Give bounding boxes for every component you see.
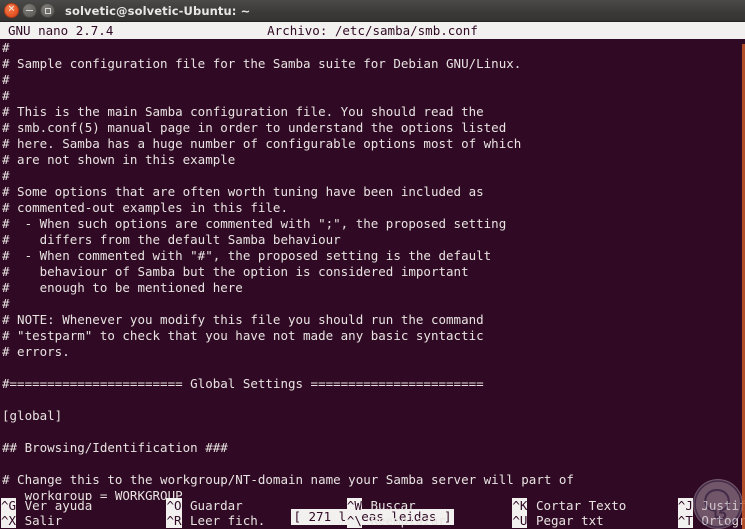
shortcut-key: ^\: [346, 513, 362, 528]
shortcut-cortar-texto[interactable]: ^K Cortar Texto: [512, 498, 626, 513]
text-line: # - When such options are commented with…: [2, 216, 507, 231]
shortcut-label: Salir: [17, 513, 63, 528]
text-line: #: [2, 40, 10, 55]
text-line: # here. Samba has a huge number of confi…: [2, 136, 522, 151]
shortcut-reemplazar[interactable]: ^\ Reemplazar: [346, 513, 446, 528]
text-line: #: [2, 168, 10, 183]
close-button[interactable]: ✕: [4, 3, 19, 18]
shortcut-guardar[interactable]: ^O Guardar: [166, 498, 243, 513]
text-line: #======================= Global Settings…: [2, 376, 484, 391]
text-line: [0, 424, 745, 440]
terminal-screen[interactable]: GNU nano 2.7.4 Archivo: /etc/samba/smb.c…: [0, 22, 745, 529]
text-line: [global]: [2, 408, 63, 423]
window-controls: ✕: [4, 3, 55, 18]
text-line: # behaviour of Samba but the option is c…: [2, 264, 469, 279]
shortcut-pegar-txt[interactable]: ^U Pegar txt: [512, 513, 604, 528]
text-line: # Change this to the workgroup/NT-domain…: [2, 472, 574, 487]
shortcut-row-2: ^X Salir ^R Leer fich. ^\ Reemplazar ^U Peg…: [0, 513, 745, 528]
shortcut-label: Cortar Texto: [528, 498, 627, 513]
text-line: #: [2, 88, 10, 103]
shortcut-buscar[interactable]: ^W Buscar: [346, 498, 416, 513]
shortcut-key: ^G: [1, 498, 17, 513]
shortcut-ortograf-a[interactable]: ^T Ortografía: [677, 513, 745, 528]
shortcut-key: ^K: [512, 498, 528, 513]
nano-header-bar: GNU nano 2.7.4 Archivo: /etc/samba/smb.c…: [0, 22, 745, 39]
nano-file-label: Archivo: /etc/samba/smb.conf: [267, 23, 478, 38]
text-line: #: [2, 296, 10, 311]
close-icon: ✕: [7, 4, 16, 15]
window-titlebar: ✕ solvetic@solvetic-Ubuntu: ~: [0, 0, 745, 22]
text-line: # smb.conf(5) manual page in order to un…: [2, 120, 507, 135]
text-line: # enough to be mentioned here: [2, 280, 243, 295]
shortcut-salir[interactable]: ^X Salir: [1, 513, 62, 528]
text-line: # Sample configuration file for the Samb…: [2, 56, 522, 71]
shortcut-ver-ayuda[interactable]: ^G Ver ayuda: [1, 498, 92, 513]
minimize-icon: [26, 10, 33, 11]
maximize-button[interactable]: [40, 3, 55, 18]
text-line: #: [2, 72, 10, 87]
text-line: [0, 392, 745, 408]
shortcut-label: Ortografía: [701, 513, 745, 528]
shortcut-key: ^O: [166, 498, 182, 513]
text-line: ## Browsing/Identification ###: [2, 440, 228, 455]
shortcut-key: ^R: [166, 513, 182, 528]
shortcut-row-1: ^G Ver ayuda ^O Guardar ^W Buscar ^K Cortar…: [0, 498, 745, 513]
shortcut-key: ^X: [1, 513, 17, 528]
nano-shortcut-bar: ^G Ver ayuda ^O Guardar ^W Buscar ^K Cortar…: [0, 498, 745, 529]
shortcut-label: Justificar: [701, 498, 745, 513]
text-line: # This is the main Samba configuration f…: [2, 104, 484, 119]
terminal-window: ✕ solvetic@solvetic-Ubuntu: ~ GNU nano 2…: [0, 0, 745, 529]
window-title: solvetic@solvetic-Ubuntu: ~: [65, 3, 251, 18]
text-line: [0, 360, 745, 376]
shortcut-label: Buscar: [362, 498, 416, 513]
shortcut-key: ^U: [512, 513, 528, 528]
text-line: # errors.: [2, 344, 70, 359]
text-line: # NOTE: Whenever you modify this file yo…: [2, 312, 484, 327]
minimize-button[interactable]: [22, 3, 37, 18]
shortcut-label: Ver ayuda: [17, 498, 93, 513]
shortcut-label: Leer fich.: [182, 513, 266, 528]
text-line: [0, 456, 745, 472]
shortcut-label: Guardar: [182, 498, 243, 513]
text-line: # - When commented with "#", the propose…: [2, 248, 492, 263]
shortcut-leer-fich[interactable]: ^R Leer fich.: [166, 513, 265, 528]
text-line: # are not shown in this example: [2, 152, 236, 167]
text-line: # Some options that are often worth tuni…: [2, 184, 484, 199]
text-line: # differs from the default Samba behavio…: [2, 232, 341, 247]
maximize-icon: [44, 7, 51, 14]
shortcut-label: Pegar txt: [528, 513, 604, 528]
shortcut-key: ^J: [677, 498, 693, 513]
shortcut-key: ^W: [346, 498, 362, 513]
nano-text-buffer[interactable]: # # Sample configuration file for the Sam…: [0, 40, 745, 500]
shortcut-label: Reemplazar: [362, 513, 446, 528]
shortcut-justificar[interactable]: ^J Justificar: [677, 498, 745, 513]
text-line: # "testparm" to check that you have not …: [2, 328, 484, 343]
text-line: # commented-out examples in this file.: [2, 200, 288, 215]
shortcut-key: ^T: [677, 513, 693, 528]
